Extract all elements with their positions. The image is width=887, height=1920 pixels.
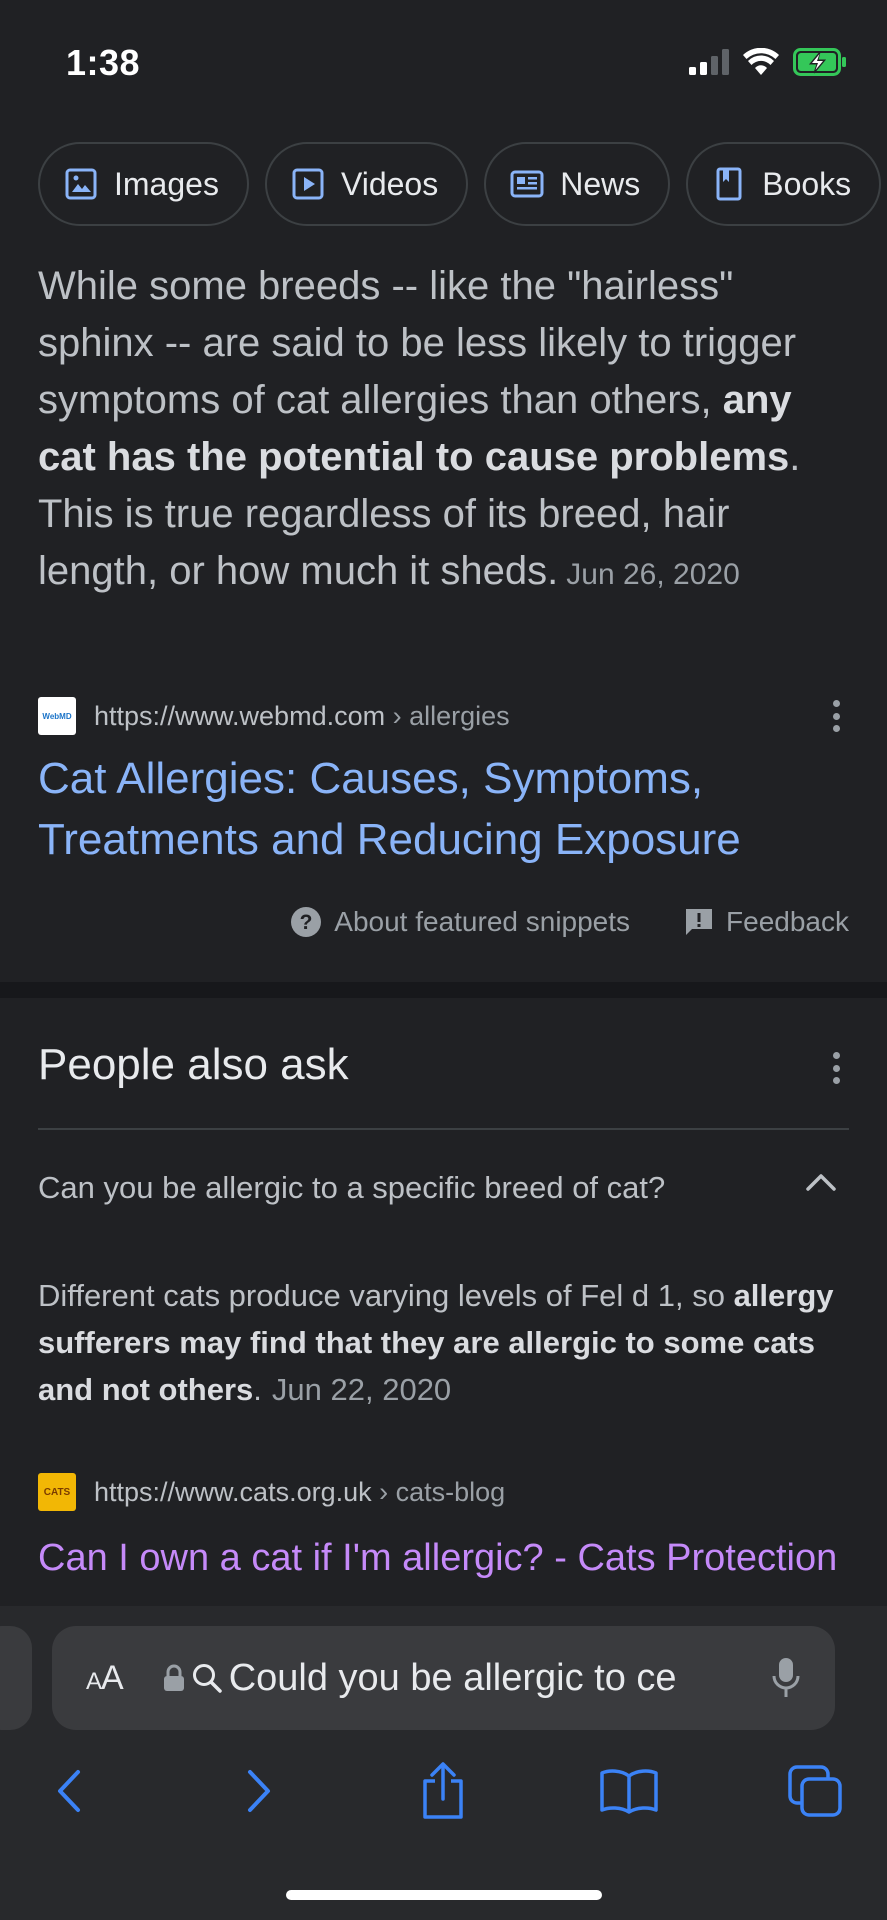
about-featured-snippets-link[interactable]: ? About featured snippets bbox=[290, 906, 630, 938]
chip-videos-label: Videos bbox=[340, 165, 439, 202]
cats-favicon-text: CATS bbox=[43, 1486, 71, 1498]
about-featured-snippets-label: About featured snippets bbox=[334, 906, 631, 937]
paa-answer-before: Different cats produce varying levels of… bbox=[38, 1278, 734, 1313]
paa-question[interactable]: Can you be allergic to a specific breed … bbox=[38, 1170, 665, 1206]
feedback-icon bbox=[686, 909, 713, 935]
previous-tab-preview[interactable] bbox=[0, 1626, 32, 1730]
chip-news-label: News bbox=[560, 165, 641, 202]
snippet-date: Jun 26, 2020 bbox=[566, 558, 740, 591]
result-url-host: https://www.webmd.com bbox=[94, 700, 386, 731]
search-icon bbox=[192, 1664, 222, 1693]
news-icon bbox=[510, 170, 544, 198]
paa-more-icon[interactable] bbox=[824, 1048, 848, 1088]
chip-books-label: Books bbox=[762, 165, 852, 202]
paa-source-url-crumb: › cats-blog bbox=[371, 1476, 506, 1507]
paa-source-url-host: https://www.cats.org.uk bbox=[94, 1476, 372, 1507]
signal-icon bbox=[689, 49, 729, 75]
paa-divider bbox=[38, 1128, 849, 1130]
chip-images-label: Images bbox=[114, 165, 219, 202]
browser-toolbar bbox=[0, 1756, 887, 1836]
svg-text:?: ? bbox=[300, 911, 313, 934]
bookmarks-button[interactable] bbox=[594, 1756, 664, 1826]
forward-button[interactable] bbox=[224, 1756, 294, 1826]
result-source-webmd[interactable]: WebMD https://www.webmd.com › allergies bbox=[38, 694, 848, 738]
image-icon bbox=[65, 168, 97, 200]
paa-answer-date: Jun 22, 2020 bbox=[271, 1372, 452, 1407]
snippet-footer: ? About featured snippets Feedback bbox=[290, 906, 849, 938]
paa-source-cats[interactable]: CATS https://www.cats.org.uk › cats-blog bbox=[38, 1470, 848, 1514]
browser-bottom-bar: AA Could you be allergic to ce bbox=[0, 1606, 887, 1920]
status-time: 1:38 bbox=[66, 42, 141, 83]
home-indicator[interactable] bbox=[286, 1890, 602, 1900]
paa-source-url: https://www.cats.org.uk › cats-blog bbox=[94, 1477, 505, 1508]
webmd-favicon-icon: WebMD bbox=[38, 697, 76, 735]
chevron-right-icon bbox=[248, 1770, 270, 1812]
result-title-link[interactable]: Cat Allergies: Causes, Symptoms, Treatme… bbox=[38, 748, 858, 870]
chevron-up-icon[interactable] bbox=[805, 1172, 837, 1192]
address-text: Could you be allergic to ce bbox=[228, 1656, 677, 1699]
address-bar[interactable]: AA Could you be allergic to ce bbox=[52, 1626, 835, 1730]
reader-options-button[interactable]: AA bbox=[86, 1659, 124, 1698]
microphone-icon[interactable] bbox=[771, 1656, 801, 1700]
people-also-ask-title: People also ask bbox=[38, 1040, 349, 1089]
webmd-favicon-text: WebMD bbox=[42, 711, 72, 721]
feedback-link[interactable]: Feedback bbox=[684, 906, 849, 938]
featured-snippet-text: While some breeds -- like the "hairless"… bbox=[38, 258, 838, 603]
chip-videos[interactable]: Videos bbox=[264, 142, 469, 226]
status-icons bbox=[689, 48, 847, 76]
battery-charging-icon bbox=[793, 48, 846, 76]
chevron-left-icon bbox=[58, 1770, 80, 1812]
status-bar: 1:38 bbox=[0, 0, 887, 130]
book-icon bbox=[716, 167, 742, 201]
help-icon: ? bbox=[291, 907, 322, 937]
snippet-text-before: While some breeds -- like the "hairless"… bbox=[38, 264, 797, 422]
section-divider bbox=[0, 982, 887, 998]
share-button[interactable] bbox=[408, 1756, 478, 1826]
tabs-icon bbox=[788, 1765, 842, 1817]
chip-books[interactable]: Books bbox=[686, 142, 882, 226]
paa-answer-after: . bbox=[253, 1372, 262, 1407]
tabs-button[interactable] bbox=[780, 1756, 850, 1826]
play-icon bbox=[292, 168, 324, 200]
result-url-crumb: › allergies bbox=[385, 700, 510, 731]
result-url: https://www.webmd.com › allergies bbox=[94, 701, 510, 732]
feedback-label: Feedback bbox=[726, 906, 849, 937]
open-book-icon bbox=[600, 1769, 658, 1814]
chip-images[interactable]: Images bbox=[38, 142, 249, 226]
cats-protection-favicon-icon: CATS bbox=[38, 1473, 76, 1511]
wifi-icon bbox=[743, 48, 779, 75]
share-icon bbox=[423, 1762, 463, 1819]
chip-news[interactable]: News bbox=[484, 142, 671, 226]
paa-answer: Different cats produce varying levels of… bbox=[38, 1272, 848, 1413]
lock-icon bbox=[163, 1664, 184, 1691]
paa-source-title-link[interactable]: Can I own a cat if I'm allergic? - Cats … bbox=[38, 1528, 858, 1589]
back-button[interactable] bbox=[34, 1756, 104, 1826]
search-filter-chips: Images Videos News Books bbox=[0, 130, 887, 252]
result-more-icon[interactable] bbox=[824, 696, 848, 736]
